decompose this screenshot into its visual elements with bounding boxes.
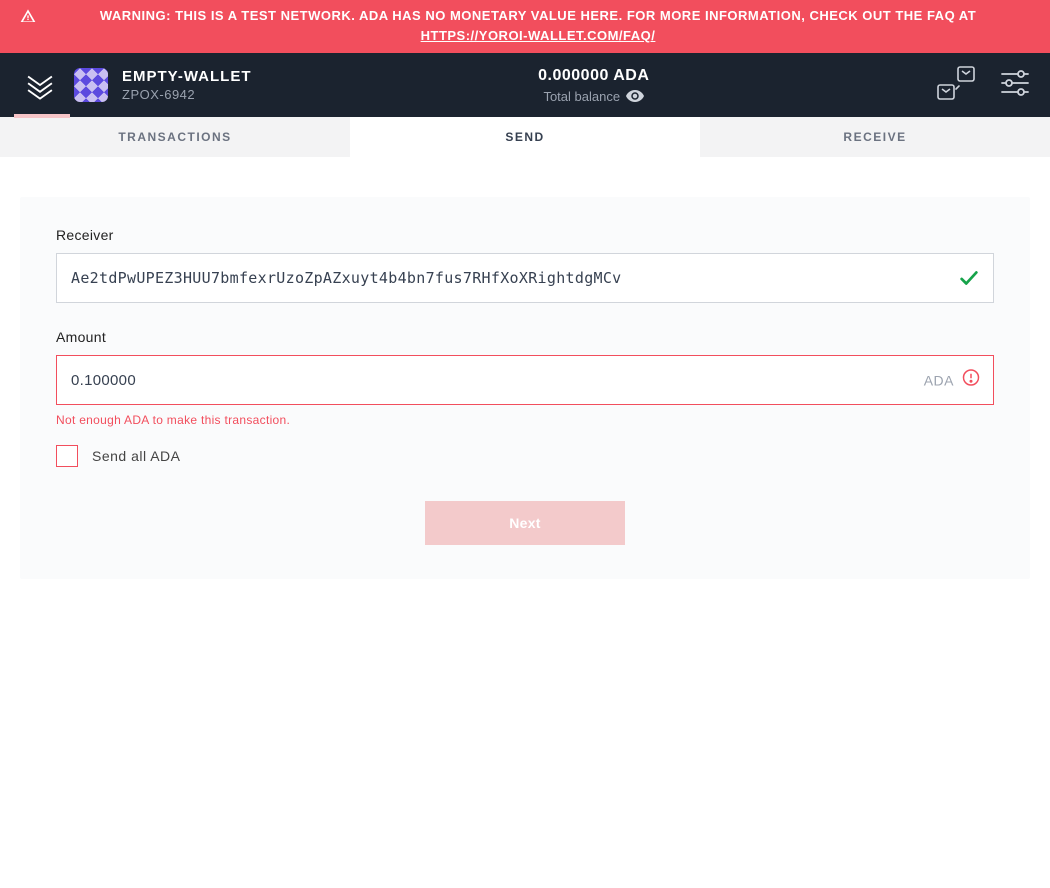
settings-icon[interactable] <box>1000 68 1030 103</box>
wallets-switcher-icon[interactable] <box>936 65 976 106</box>
amount-error-icon <box>962 369 980 392</box>
amount-input-wrap: ADA <box>56 355 994 405</box>
warning-text: WARNING: THIS IS A TEST NETWORK. ADA HAS… <box>46 6 1030 45</box>
loading-indicator <box>14 114 70 118</box>
receiver-valid-icon <box>958 267 980 289</box>
warning-icon <box>20 8 36 27</box>
next-button[interactable]: Next <box>425 501 625 545</box>
receiver-input-wrap <box>56 253 994 303</box>
amount-block: Amount ADA Not enough ADA to make this t… <box>56 329 994 467</box>
send-all-row: Send all ADA <box>56 445 994 467</box>
balance-value: 0.000000 ADA <box>538 67 649 85</box>
wallet-plate-id: ZPOX-6942 <box>122 87 252 102</box>
amount-error-text: Not enough ADA to make this transaction. <box>56 413 994 427</box>
receiver-block: Receiver <box>56 227 994 303</box>
tab-transactions[interactable]: TRANSACTIONS <box>0 117 350 157</box>
receiver-label: Receiver <box>56 227 994 243</box>
wallet-avatar <box>74 68 108 102</box>
wallet-info: EMPTY-WALLET ZPOX-6942 <box>122 68 252 102</box>
warning-faq-link[interactable]: HTTPS://YOROI-WALLET.COM/FAQ/ <box>421 28 656 43</box>
send-panel: Receiver Amount ADA Not enough ADA to ma… <box>20 197 1030 579</box>
wallet-name: EMPTY-WALLET <box>122 68 252 85</box>
toggle-balance-visibility-button[interactable] <box>626 90 644 102</box>
tab-receive[interactable]: RECEIVE <box>700 117 1050 157</box>
tab-send[interactable]: SEND <box>350 117 700 157</box>
send-all-checkbox[interactable] <box>56 445 78 467</box>
amount-input[interactable] <box>56 355 994 405</box>
amount-label: Amount <box>56 329 994 345</box>
send-all-label: Send all ADA <box>92 448 181 464</box>
app-header: EMPTY-WALLET ZPOX-6942 0.000000 ADA Tota… <box>0 53 1050 117</box>
balance-label: Total balance <box>543 89 620 104</box>
receiver-input[interactable] <box>56 253 994 303</box>
yoroi-logo[interactable] <box>20 65 60 105</box>
amount-currency-suffix: ADA <box>924 372 954 388</box>
warning-banner: WARNING: THIS IS A TEST NETWORK. ADA HAS… <box>0 0 1050 53</box>
wallet-tabs: TRANSACTIONS SEND RECEIVE <box>0 117 1050 157</box>
balance-block: 0.000000 ADA Total balance <box>266 67 923 104</box>
